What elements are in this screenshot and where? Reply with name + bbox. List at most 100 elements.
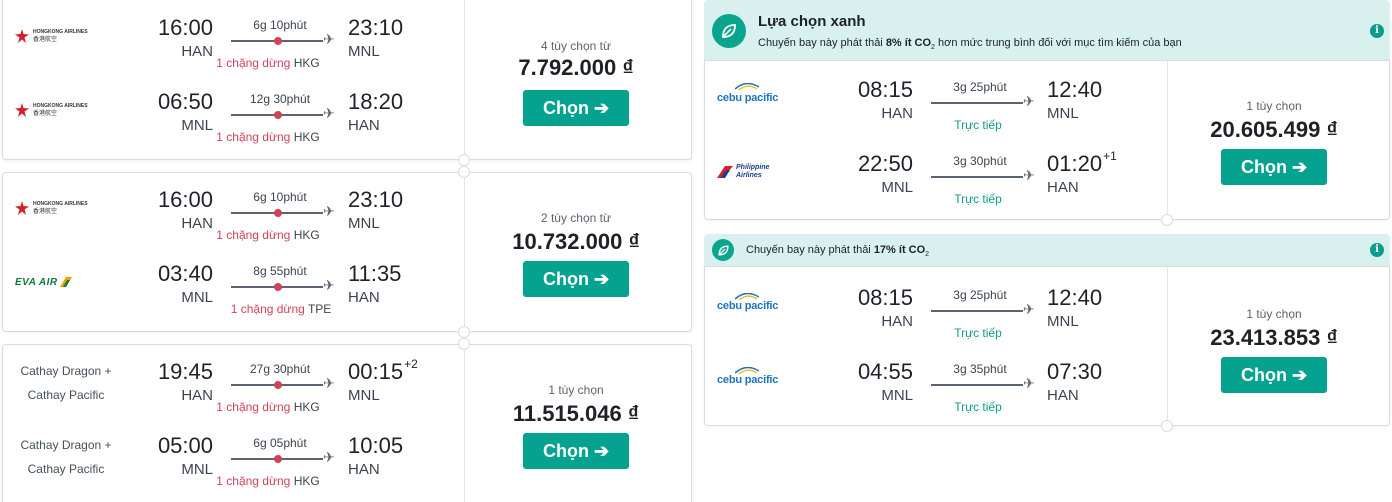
route-line — [931, 176, 1023, 178]
arrival-airport: MNL — [348, 387, 380, 404]
banner-subtitle: Chuyến bay này phát thải 17% ít CO2 — [746, 244, 930, 259]
leg-return: Philippine Airlines 22:50 MNL 3g 30phút … — [705, 149, 1159, 211]
select-button[interactable]: Chọn ➔ — [523, 90, 629, 126]
stops-info: 1 chặng dừng TPE — [230, 302, 332, 316]
info-icon[interactable]: i — [1370, 243, 1384, 257]
departure-airport: MNL — [181, 117, 213, 134]
airline-logo-subtext: 香港航空 — [33, 111, 58, 117]
arrival-airport: MNL — [1047, 105, 1079, 122]
emission-banner: Chuyến bay này phát thải 17% ít CO2 i — [704, 234, 1390, 266]
flight-result-card[interactable]: HONGKONG AIRLINES 香港航空 16:00 HAN 6g 10ph… — [2, 166, 692, 338]
arrival-airport: MNL — [348, 43, 380, 60]
green-choice-banner: Lựa chọn xanh Chuyến bay này phát thải 8… — [704, 0, 1390, 60]
leaf-icon — [712, 239, 734, 261]
flight-result-card[interactable]: Cathay Dragon + Cathay Pacific 19:45 HAN… — [2, 338, 692, 502]
stops-info: 1 chặng dừng HKG — [216, 56, 320, 70]
airline-logo-text: cebu pacific — [717, 300, 779, 312]
arrival-time: 23:10 — [348, 187, 404, 212]
select-button[interactable]: Chọn ➔ — [523, 433, 629, 469]
price: 20.605.499 ₫ — [1210, 117, 1338, 142]
airline-logo-text: Philippine Airlines — [736, 164, 770, 179]
departure-time: 16:00 — [157, 15, 213, 40]
arrival-time: 00:15+2 — [348, 357, 418, 384]
leg-return: Cathay Dragon + Cathay Pacific 05:00 MNL… — [3, 433, 461, 493]
departure-time: 19:45 — [157, 359, 213, 384]
stop-dot — [274, 455, 282, 463]
select-button[interactable]: Chọn ➔ — [1221, 357, 1327, 393]
flight-duration: 3g 25phút — [953, 80, 1007, 94]
flight-duration: 6g 05phút — [253, 436, 307, 450]
info-icon[interactable]: i — [1370, 24, 1384, 38]
stops-info: 1 chặng dừng HKG — [216, 400, 320, 414]
cebu-pacific-icon — [735, 83, 759, 91]
banner-subtitle: Chuyến bay này phát thải 8% ít CO2 hơn m… — [758, 37, 1182, 52]
select-button[interactable]: Chọn ➔ — [1221, 149, 1327, 185]
departure-airport: MNL — [181, 289, 213, 306]
eva-air-logo: EVA AIR — [15, 267, 105, 297]
itinerary-legs: cebu pacific 08:15 HAN 3g 25phút ✈ Trực … — [705, 61, 1159, 219]
leg-outbound: Cathay Dragon + Cathay Pacific 19:45 HAN… — [3, 357, 461, 419]
arrival-time: 07:30 — [1047, 359, 1103, 384]
direct-flight-label: Trực tiếp — [954, 118, 1002, 132]
stops-info: 1 chặng dừng HKG — [216, 228, 320, 242]
leg-outbound: cebu pacific 08:15 HAN 3g 25phút ✈ Trực … — [705, 285, 1159, 345]
arrival-airport: MNL — [348, 215, 380, 232]
flight-result-card[interactable]: cebu pacific 08:15 HAN 3g 25phút ✈ Trực … — [704, 266, 1390, 432]
plane-icon: ✈ — [323, 449, 335, 465]
plane-icon: ✈ — [323, 105, 335, 121]
leg-outbound: cebu pacific 08:15 HAN 3g 25phút ✈ Trực … — [705, 77, 1159, 137]
stop-dot — [274, 381, 282, 389]
leg-return: HONGKONG AIRLINES 香港航空 06:50 MNL 12g 30p… — [3, 89, 461, 149]
hongkong-airlines-logo: HONGKONG AIRLINES 香港航空 — [15, 193, 105, 223]
departure-time: 22:50 — [857, 151, 913, 176]
arrival-time: 01:20+1 — [1047, 149, 1117, 176]
airline-name: Cathay Dragon + — [20, 364, 112, 378]
plane-icon: ✈ — [323, 203, 335, 219]
options-count: 4 tùy chọn từ — [540, 39, 612, 53]
day-offset: +1 — [1103, 149, 1117, 163]
arrival-time: 23:10 — [348, 15, 404, 40]
hongkong-airlines-icon — [15, 201, 29, 215]
options-count: 1 tùy chọn — [1246, 307, 1302, 321]
itinerary-legs: cebu pacific 08:15 HAN 3g 25phút ✈ Trực … — [705, 267, 1159, 425]
airline-logo-subtext: 香港航空 — [33, 209, 58, 215]
airline-logo-text: HONGKONG AIRLINES — [33, 103, 88, 109]
departure-airport: MNL — [881, 179, 913, 196]
flight-result-card[interactable]: cebu pacific 08:15 HAN 3g 25phút ✈ Trực … — [704, 60, 1390, 226]
arrival-time: 11:35 — [348, 261, 402, 286]
arrival-airport: HAN — [348, 289, 380, 306]
hongkong-airlines-logo: HONGKONG AIRLINES 香港航空 — [15, 95, 105, 125]
departure-airport: HAN — [181, 387, 213, 404]
plane-icon: ✈ — [323, 31, 335, 47]
arrival-time: 12:40 — [1047, 77, 1103, 102]
plane-icon: ✈ — [323, 277, 335, 293]
route-line — [931, 310, 1023, 312]
departure-time: 08:15 — [857, 77, 913, 102]
price: 10.732.000 ₫ — [512, 229, 640, 254]
leg-outbound: HONGKONG AIRLINES 香港航空 16:00 HAN 6g 10ph… — [3, 187, 461, 247]
route-line — [931, 102, 1023, 104]
select-button[interactable]: Chọn ➔ — [523, 261, 629, 297]
arrival-airport: MNL — [1047, 313, 1079, 330]
price: 23.413.853 ₫ — [1210, 325, 1338, 350]
flight-result-card[interactable]: HONGKONG AIRLINES 香港航空 16:00 HAN 6g 10ph… — [2, 0, 692, 166]
itinerary-legs: HONGKONG AIRLINES 香港航空 16:00 HAN 6g 10ph… — [3, 0, 461, 159]
price-column: 4 tùy chọn từ 7.792.000 ₫ Chọn ➔ — [461, 0, 691, 159]
airline-name: Cathay Dragon + — [20, 438, 112, 452]
hongkong-airlines-icon — [15, 29, 29, 43]
airline-logo-text: cebu pacific — [717, 374, 779, 386]
options-count: 2 tùy chọn từ — [540, 211, 612, 225]
flight-duration: 12g 30phút — [249, 92, 311, 106]
leg-return: EVA AIR 03:40 MNL 8g 55phút ✈ 1 chặng dừ… — [3, 261, 461, 321]
direct-flight-label: Trực tiếp — [954, 400, 1002, 414]
departure-time: 16:00 — [157, 187, 213, 212]
airline-logo-text: cebu pacific — [717, 92, 779, 104]
airline-logo-text: EVA AIR — [15, 276, 58, 288]
airline-name: Cathay Pacific — [27, 462, 105, 476]
plane-icon: ✈ — [323, 375, 335, 391]
stop-dot — [274, 283, 282, 291]
arrival-time: 12:40 — [1047, 285, 1103, 310]
price-column: 1 tùy chọn 20.605.499 ₫ Chọn ➔ — [1159, 61, 1389, 219]
philippine-airlines-logo: Philippine Airlines — [717, 157, 807, 187]
price: 11.515.046 ₫ — [512, 401, 640, 426]
